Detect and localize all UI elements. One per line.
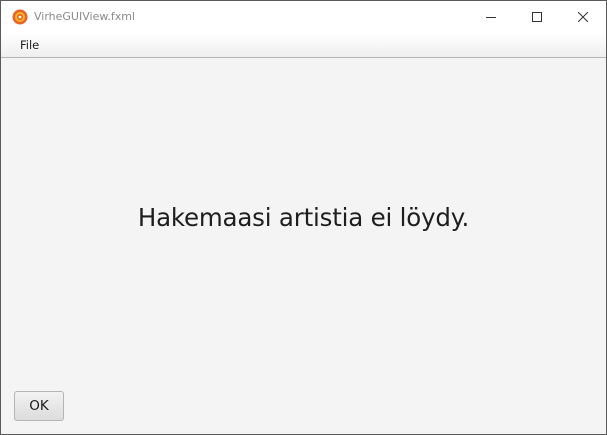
main-content: Hakemaasi artistia ei löydy. OK	[1, 58, 606, 434]
window-title: VirheGUIView.fxml	[34, 10, 135, 23]
title-bar[interactable]: VirheGUIView.fxml	[1, 1, 606, 33]
minimize-button[interactable]	[468, 1, 514, 33]
maximize-button[interactable]	[514, 1, 560, 33]
close-button[interactable]	[560, 1, 606, 33]
menu-bar: File	[1, 33, 606, 58]
menu-file[interactable]: File	[14, 36, 45, 54]
error-message: Hakemaasi artistia ei löydy.	[137, 203, 470, 232]
close-icon	[578, 12, 588, 22]
app-icon	[12, 9, 28, 25]
minimize-icon	[486, 17, 496, 18]
app-window: VirheGUIView.fxml File Hakemaasi artisti…	[0, 0, 607, 435]
ok-button[interactable]: OK	[14, 391, 64, 421]
maximize-icon	[532, 12, 542, 22]
